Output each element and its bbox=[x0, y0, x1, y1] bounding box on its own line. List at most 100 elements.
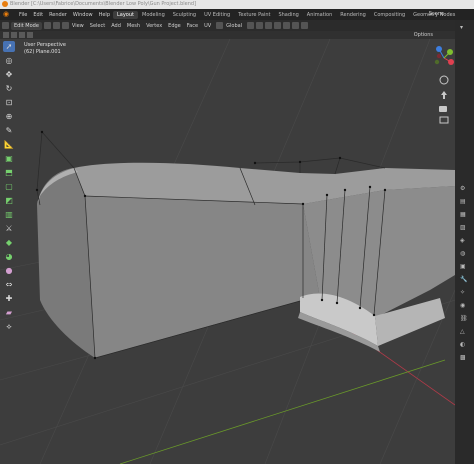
object-properties-icon[interactable]: ▣ bbox=[460, 263, 468, 270]
data-properties-icon[interactable]: △ bbox=[460, 328, 468, 335]
window-titlebar: Blender [C:\Users\Fabrice\Documents\Blen… bbox=[0, 0, 474, 9]
face-select-icon[interactable] bbox=[61, 22, 69, 29]
camera-view-icon[interactable] bbox=[439, 106, 447, 112]
properties-editor-strip: ▾ ⚙ ▤ ▦ ▨ ◈ ◍ ▣ 🔧 ✧ ◉ ⛓ △ ◐ ▩ bbox=[455, 20, 474, 464]
viewport-info: User Perspective (62) Plane.001 bbox=[24, 42, 66, 56]
material-properties-icon[interactable]: ◐ bbox=[460, 341, 468, 348]
constraints-icon[interactable]: ⛓ bbox=[460, 315, 468, 322]
shading-solid-icon[interactable] bbox=[292, 22, 300, 29]
tab-uv-editing[interactable]: UV Editing bbox=[200, 11, 234, 19]
axis-neg-x-icon bbox=[436, 53, 442, 59]
output-properties-icon[interactable]: ▦ bbox=[460, 211, 468, 218]
menu-vertex[interactable]: Vertex bbox=[143, 23, 165, 29]
scene-selector[interactable]: Scene bbox=[429, 11, 444, 17]
tab-texture-paint[interactable]: Texture Paint bbox=[234, 11, 274, 19]
select-box-icon[interactable]: ➚ bbox=[3, 41, 15, 52]
spin-icon[interactable]: ◕ bbox=[3, 251, 15, 262]
inset-faces-icon[interactable]: ▢ bbox=[3, 181, 15, 192]
render-properties-icon[interactable]: ▤ bbox=[460, 198, 468, 205]
axis-z-icon bbox=[436, 46, 442, 52]
blender-app-icon bbox=[2, 1, 8, 7]
tab-compositing[interactable]: Compositing bbox=[370, 11, 409, 19]
navigation-gizmo[interactable] bbox=[434, 46, 454, 65]
edge-slide-icon[interactable]: ⇔ bbox=[3, 279, 15, 290]
overlay-icon[interactable] bbox=[274, 22, 282, 29]
menu-edge[interactable]: Edge bbox=[165, 23, 184, 29]
texture-properties-icon[interactable]: ▩ bbox=[460, 354, 468, 361]
3d-viewport[interactable] bbox=[0, 39, 455, 464]
tool-shelf: ➚ ◎ ✥ ↻ ⊡ ⊕ ✎ 📐 ▣ ⬒ ▢ ◩ ▥ ⚔ ◆ ◕ ● ⇔ ✚ ▰ … bbox=[2, 41, 16, 332]
menu-window[interactable]: Window bbox=[70, 12, 96, 18]
smooth-vertex-icon[interactable]: ● bbox=[3, 265, 15, 276]
menu-face[interactable]: Face bbox=[184, 23, 201, 29]
navigation-widgets bbox=[434, 46, 454, 124]
transform-icon[interactable]: ⊕ bbox=[3, 111, 15, 122]
shear-icon[interactable]: ▰ bbox=[3, 307, 15, 318]
tab-shading[interactable]: Shading bbox=[274, 11, 302, 19]
blender-logo-icon[interactable]: ◉ bbox=[3, 10, 13, 19]
object-label: (62) Plane.001 bbox=[24, 49, 61, 55]
cursor-icon[interactable]: ◎ bbox=[3, 55, 15, 66]
pan-icon[interactable] bbox=[441, 91, 447, 99]
menu-select[interactable]: Select bbox=[87, 23, 108, 29]
bevel-icon[interactable]: ◩ bbox=[3, 195, 15, 206]
loop-cut-icon[interactable]: ▥ bbox=[3, 209, 15, 220]
add-cube-icon[interactable]: ▣ bbox=[3, 153, 15, 164]
poly-build-icon[interactable]: ◆ bbox=[3, 237, 15, 248]
menu-help[interactable]: Help bbox=[96, 12, 113, 18]
tab-animation[interactable]: Animation bbox=[303, 11, 337, 19]
zoom-icon[interactable] bbox=[439, 75, 449, 85]
menu-mesh[interactable]: Mesh bbox=[124, 23, 143, 29]
menu-uv[interactable]: UV bbox=[201, 23, 214, 29]
physics-icon[interactable]: ◉ bbox=[460, 302, 468, 309]
ortho-toggle-icon[interactable] bbox=[439, 116, 449, 124]
window-title: Blender [C:\Users\Fabrice\Documents\Blen… bbox=[10, 1, 197, 7]
scale-icon[interactable]: ⊡ bbox=[3, 97, 15, 108]
vertex-select-icon[interactable] bbox=[43, 22, 51, 29]
world-properties-icon[interactable]: ◍ bbox=[460, 250, 468, 257]
menu-add[interactable]: Add bbox=[108, 23, 124, 29]
tab-rendering[interactable]: Rendering bbox=[336, 11, 370, 19]
tab-sculpting[interactable]: Sculpting bbox=[169, 11, 200, 19]
shading-material-icon[interactable] bbox=[301, 22, 309, 29]
axis-x-icon bbox=[448, 59, 454, 65]
extrude-region-icon[interactable]: ⬒ bbox=[3, 167, 15, 178]
tool-properties-icon[interactable]: ⚙ bbox=[460, 185, 468, 192]
annotate-icon[interactable]: ✎ bbox=[3, 125, 15, 136]
xray-icon[interactable] bbox=[283, 22, 291, 29]
edge-select-icon[interactable] bbox=[52, 22, 60, 29]
transform-orientation-icon[interactable] bbox=[216, 22, 224, 29]
select-mode-subtract-icon[interactable] bbox=[19, 32, 25, 38]
proportional-edit-icon[interactable] bbox=[265, 22, 273, 29]
particles-icon[interactable]: ✧ bbox=[460, 289, 468, 296]
menu-view[interactable]: View bbox=[69, 23, 87, 29]
editor-type-icon[interactable] bbox=[2, 22, 9, 29]
axis-neg-y-icon bbox=[434, 59, 440, 65]
tab-modeling[interactable]: Modeling bbox=[138, 11, 169, 19]
view-name: User Perspective bbox=[24, 42, 66, 48]
knife-icon[interactable]: ⚔ bbox=[3, 223, 15, 234]
menu-edit[interactable]: Edit bbox=[30, 12, 46, 18]
tab-layout[interactable]: Layout bbox=[113, 10, 138, 19]
top-menubar: ◉ File Edit Render Window Help Layout Mo… bbox=[0, 9, 474, 20]
select-mode-extend-icon[interactable] bbox=[11, 32, 17, 38]
view-layer-icon[interactable]: ▨ bbox=[460, 224, 468, 231]
modifier-properties-icon[interactable]: 🔧 bbox=[460, 276, 468, 283]
move-icon[interactable]: ✥ bbox=[3, 69, 15, 80]
menu-file[interactable]: File bbox=[16, 12, 30, 18]
transform-orientation-dropdown[interactable]: Global bbox=[223, 23, 245, 29]
shrink-fatten-icon[interactable]: ✚ bbox=[3, 293, 15, 304]
outliner-filter-icon[interactable]: ▾ bbox=[460, 24, 468, 31]
select-mode-new-icon[interactable] bbox=[3, 32, 9, 38]
axis-y-icon bbox=[447, 49, 453, 55]
scene-properties-icon[interactable]: ◈ bbox=[460, 237, 468, 244]
rip-region-icon[interactable]: ⟡ bbox=[3, 321, 15, 332]
select-mode-invert-icon[interactable] bbox=[27, 32, 33, 38]
rotate-icon[interactable]: ↻ bbox=[3, 83, 15, 94]
snap-icon[interactable] bbox=[256, 22, 264, 29]
pivot-icon[interactable] bbox=[247, 22, 255, 29]
options-dropdown[interactable]: Options bbox=[414, 32, 433, 38]
mode-dropdown[interactable]: Edit Mode bbox=[11, 21, 42, 30]
measure-icon[interactable]: 📐 bbox=[3, 139, 15, 150]
menu-render[interactable]: Render bbox=[46, 12, 70, 18]
